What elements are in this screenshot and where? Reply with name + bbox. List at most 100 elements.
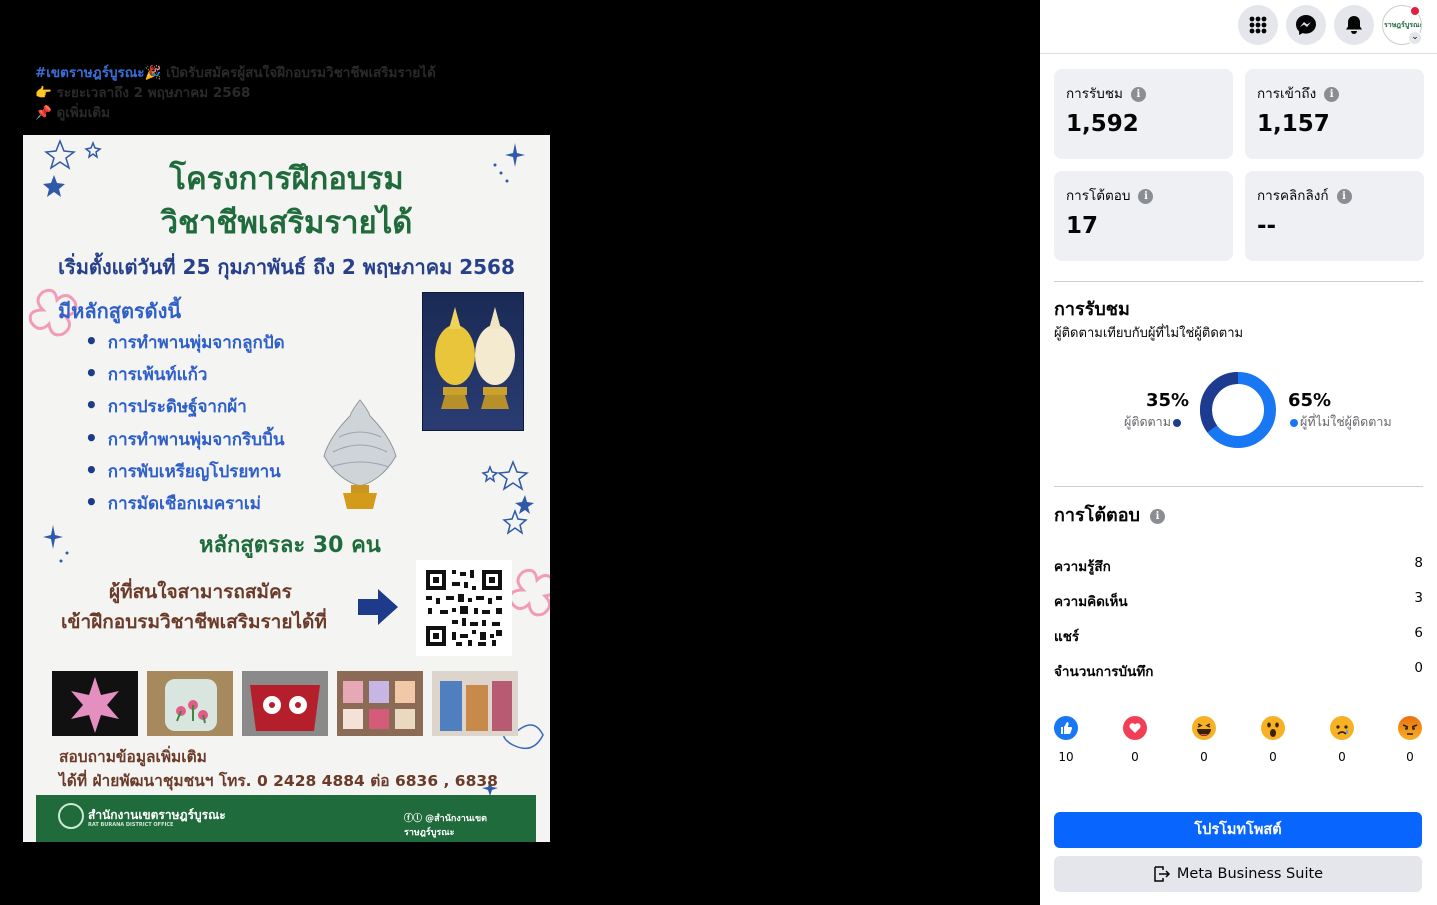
- poster-apply-line-2: เข้าฝึกอบรมวิชาชีพเสริมรายได้ที่: [61, 611, 327, 633]
- grid-menu-icon: [1249, 16, 1267, 34]
- reaction-count: 0: [1406, 750, 1414, 764]
- course-item: การมัดเชือกเมคราเม่: [85, 490, 285, 522]
- poster-title-line-1: โครงการฝึกอบรม: [169, 161, 404, 197]
- engagement-row-value: 8: [1414, 555, 1423, 571]
- section-divider: [1054, 486, 1423, 487]
- engagement-section-title: การโต้ตอบ i: [1054, 500, 1165, 529]
- reaction-love: 0: [1122, 716, 1148, 764]
- poster-photo-silver-offering: [313, 397, 408, 512]
- course-item: การทำพานพุ่มจากริบบิ้น: [85, 426, 285, 458]
- info-icon[interactable]: i: [1138, 188, 1154, 204]
- meta-business-suite-label: Meta Business Suite: [1176, 866, 1324, 882]
- post-viewer: #เขตราษฎร์บูรณะ🎉 เปิดรับสมัครผู้สนใจฝึกอ…: [0, 0, 1040, 905]
- poster-photo-beaded-offering: [422, 292, 524, 431]
- poster-contact-line-2: ได้ที่ ฝ่ายพัฒนาชุมชนฯ โทร. 0 2428 4884 …: [59, 772, 498, 790]
- line-icon: ⓛ: [413, 814, 423, 824]
- post-image[interactable]: โครงการฝึกอบรม วิชาชีพเสริมรายได้ เริ่มต…: [23, 135, 550, 842]
- poster-contact-line-1: สอบถามข้อมูลเพิ่มเติม: [59, 748, 207, 766]
- stat-value: --: [1257, 213, 1277, 239]
- engagement-row-value: 3: [1414, 590, 1423, 606]
- poster-per-course: หลักสูตรละ 30 คน: [199, 533, 381, 558]
- photo-ribbon-items: [337, 671, 423, 736]
- reaction-sad: 0: [1329, 716, 1355, 764]
- stat-label-text: การโต้ตอบ: [1066, 188, 1131, 204]
- poster-footer-social: ⓕⓛ @สำนักงานเขตราษฎร์บูรณะ: [404, 811, 536, 839]
- stat-label-text: การคลิกลิงก์: [1257, 188, 1329, 204]
- engagement-row-label: ความคิดเห็น: [1054, 594, 1128, 610]
- haha-icon: [1192, 716, 1216, 740]
- caption-line-2: 👉 ระยะเวลาถึง 2 พฤษภาคม 2568: [35, 85, 251, 101]
- non-followers-dot: [1290, 418, 1298, 427]
- followers-dot: [1172, 418, 1181, 427]
- stat-card-link-clicks: การคลิกลิงก์ i --: [1245, 171, 1424, 261]
- hashtag-link[interactable]: #เขตราษฎร์บูรณะ: [35, 65, 145, 81]
- views-section-subtitle: ผู้ติดตามเทียบกับผู้ที่ไม่ใช่ผู้ติดตาม: [1054, 326, 1244, 341]
- top-bar: ราษฎร์บูรณะ ⌄: [1040, 0, 1437, 54]
- poster-footer-sub: RAT BURANA DISTRICT OFFICE: [88, 822, 174, 828]
- engagement-title-text: การโต้ตอบ: [1054, 505, 1140, 526]
- photo-painted-glass: [147, 671, 233, 736]
- facebook-icon: ⓕ: [404, 814, 414, 824]
- love-icon: [1123, 716, 1147, 740]
- reaction-like: 10: [1053, 716, 1079, 764]
- external-link-icon: [1154, 866, 1170, 882]
- follower-donut-chart: [1200, 372, 1276, 448]
- reaction-wow: 0: [1260, 716, 1286, 764]
- followers-legend: ผู้ติดตาม: [1124, 412, 1181, 432]
- stat-card-views: การรับชม i 1,592: [1054, 69, 1233, 159]
- angry-icon: [1398, 716, 1422, 740]
- poster-title-line-2: วิชาชีพเสริมรายได้: [160, 205, 413, 241]
- stat-label: การคลิกลิงก์ i: [1257, 184, 1352, 206]
- chevron-down-icon[interactable]: ⌄: [1408, 31, 1422, 45]
- messenger-icon: [1296, 15, 1316, 35]
- engagement-row-value: 0: [1414, 660, 1423, 676]
- poster-product-photos: [52, 671, 518, 736]
- reaction-angry: 0: [1397, 716, 1423, 764]
- reaction-haha: 0: [1191, 716, 1217, 764]
- stat-value: 1,592: [1066, 111, 1139, 137]
- sad-icon: [1330, 716, 1354, 740]
- course-item: การพับเหรียญโปรยทาน: [85, 458, 285, 490]
- engagement-row: ความคิดเห็น 3: [1054, 590, 1423, 610]
- poster-apply-line-1: ผู้ที่สนใจสามารถสมัคร: [109, 581, 292, 603]
- insights-panel: ราษฎร์บูรณะ ⌄ การรับชม i 1,592 การเข้าถึง…: [1040, 0, 1437, 905]
- reaction-count: 0: [1200, 750, 1208, 764]
- wow-icon: [1261, 716, 1285, 740]
- bell-icon: [1346, 16, 1362, 34]
- views-section-title: การรับชม: [1054, 299, 1130, 320]
- menu-button[interactable]: [1238, 5, 1278, 45]
- stat-card-reach: การเข้าถึง i 1,157: [1245, 69, 1424, 159]
- qr-code[interactable]: [416, 560, 512, 656]
- engagement-row: แชร์ 6: [1054, 625, 1423, 645]
- promote-post-button[interactable]: โปรโมทโพสต์: [1054, 812, 1422, 848]
- reaction-count: 0: [1131, 750, 1139, 764]
- info-icon[interactable]: i: [1130, 86, 1146, 102]
- poster-date: เริ่มตั้งแต่วันที่ 25 กุมภาพันธ์ ถึง 2 พ…: [58, 255, 515, 279]
- post-caption: #เขตราษฎร์บูรณะ🎉 เปิดรับสมัครผู้สนใจฝึกอ…: [35, 63, 475, 123]
- reaction-count: 0: [1338, 750, 1346, 764]
- info-icon[interactable]: i: [1336, 188, 1352, 204]
- followers-percent: 35%: [1146, 390, 1190, 411]
- photo-folded-star: [52, 671, 138, 736]
- reaction-count: 0: [1269, 750, 1277, 764]
- info-icon[interactable]: i: [1149, 508, 1165, 524]
- stat-label: การรับชม i: [1066, 82, 1146, 104]
- messenger-button[interactable]: [1286, 5, 1326, 45]
- arrow-right-icon: [358, 589, 398, 625]
- poster-footer: สำนักงานเขตราษฎร์บูรณะ RAT BURANA DISTRI…: [36, 795, 536, 842]
- meta-business-suite-button[interactable]: Meta Business Suite: [1054, 856, 1422, 892]
- caption-line-3[interactable]: 📌 ดูเพิ่มเติม: [35, 103, 475, 123]
- non-followers-percent: 65%: [1288, 390, 1332, 411]
- course-item: การเพ้นท์แก้ว: [85, 361, 285, 393]
- course-item: การทำพานพุ่มจากลูกปัด: [85, 329, 285, 361]
- reaction-count: 10: [1058, 750, 1074, 764]
- avatar-text: ราษฎร์บูรณะ: [1384, 21, 1422, 29]
- notifications-button[interactable]: [1334, 5, 1374, 45]
- photo-macrame-bags: [432, 671, 518, 736]
- engagement-row-value: 6: [1414, 625, 1423, 641]
- stat-label-text: การรับชม: [1066, 86, 1123, 102]
- info-icon[interactable]: i: [1324, 86, 1340, 102]
- engagement-row: ความรู้สึก 8: [1054, 555, 1423, 575]
- section-divider: [1054, 281, 1423, 282]
- engagement-row-label: จำนวนการบันทึก: [1054, 664, 1154, 680]
